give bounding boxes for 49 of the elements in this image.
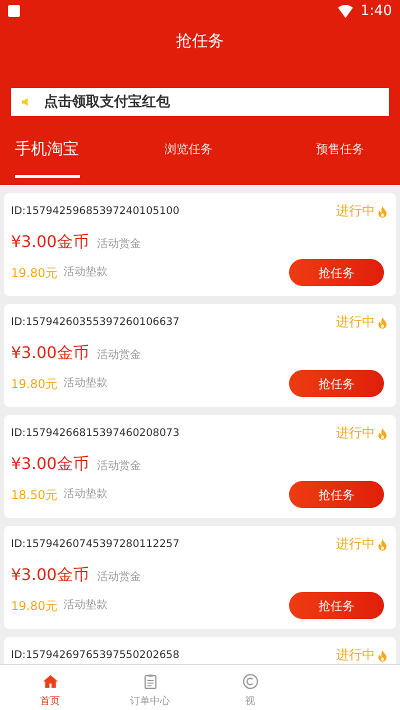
reward-amount: ¥3.00金币 (11, 231, 89, 253)
flame-icon (376, 537, 389, 553)
advance-label: 活动垫款 (63, 264, 108, 280)
flame-icon (376, 426, 389, 442)
status-text: 进行中 (336, 203, 375, 222)
tab[interactable]: 预售任务 (280, 136, 400, 178)
grab-task-button[interactable]: 抢任务 (289, 259, 384, 286)
status-text: 进行中 (336, 536, 375, 554)
advance-amount: 18.50元 (11, 486, 58, 504)
advance-amount: 19.80元 (11, 376, 58, 392)
grab-task-button[interactable]: 抢任务 (289, 592, 384, 619)
notice-bar[interactable]: 点击领取支付宝红包 (11, 88, 389, 116)
reward-amount: ¥3.00金币 (11, 453, 89, 475)
task-id: ID:15794260745397280112257 (11, 537, 180, 552)
nav-item[interactable]: 视 (200, 665, 300, 710)
task-id: ID:15794269765397550202658 (11, 648, 180, 664)
clock-text: 1:40 (360, 2, 392, 20)
status-text: 进行中 (336, 647, 375, 666)
advance-label: 活动垫款 (63, 486, 108, 502)
reward-label: 活动赏金 (96, 458, 141, 474)
notification-icon (8, 5, 20, 17)
nav-item[interactable]: 订单中心 (100, 665, 200, 710)
reward-label: 活动赏金 (96, 568, 141, 584)
reward-amount: ¥3.00金币 (11, 564, 89, 586)
tab[interactable]: 手机淘宝 (0, 136, 97, 178)
clipboard-icon (142, 673, 158, 690)
nav-item[interactable]: 首页 (0, 665, 100, 710)
flame-icon (376, 315, 389, 331)
advance-amount: 19.80元 (11, 598, 58, 614)
copyright-icon (242, 673, 258, 690)
grab-task-button[interactable]: 抢任务 (289, 370, 384, 397)
advance-amount: 19.80元 (11, 264, 58, 282)
grab-task-button[interactable]: 抢任务 (289, 481, 384, 508)
page-title: 抢任务 (176, 30, 224, 52)
tab[interactable]: 浏览任务 (97, 136, 280, 178)
flame-icon (376, 204, 389, 220)
flame-icon (376, 648, 389, 664)
task-id: ID:15794266815397460208073 (11, 426, 180, 442)
task-id: ID:15794259685397240105100 (11, 204, 180, 220)
reward-label: 活动赏金 (96, 346, 141, 362)
status-text: 进行中 (336, 314, 375, 332)
home-icon (42, 673, 58, 690)
task-id: ID:15794260355397260106637 (11, 315, 180, 330)
wifi-icon (338, 4, 353, 18)
advance-label: 活动垫款 (63, 597, 108, 614)
reward-amount: ¥3.00金币 (11, 342, 89, 364)
status-text: 进行中 (336, 425, 375, 444)
reward-label: 活动赏金 (96, 236, 141, 252)
advance-label: 活动垫款 (63, 375, 108, 392)
